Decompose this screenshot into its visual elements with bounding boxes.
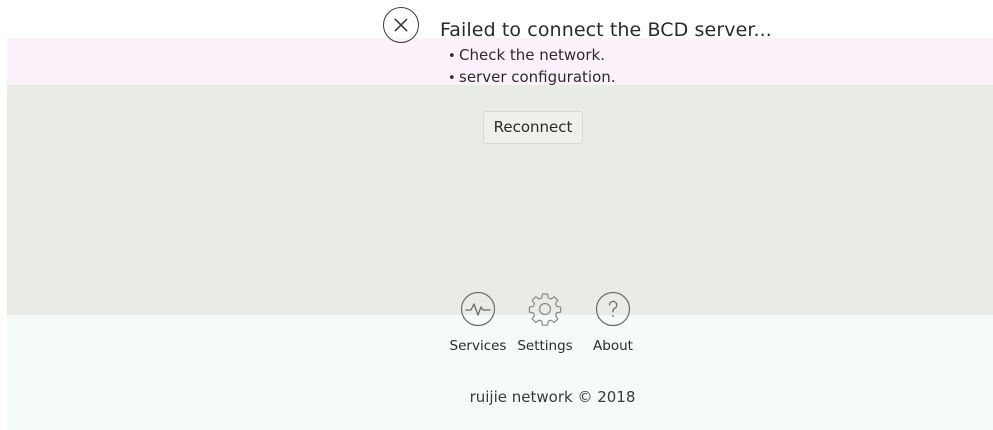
hint-item: server configuration. <box>448 66 616 88</box>
gear-icon <box>527 291 563 327</box>
nav-about-label: About <box>593 338 633 354</box>
pulse-icon <box>460 291 496 327</box>
reconnect-button[interactable]: Reconnect <box>483 111 583 144</box>
nav-settings[interactable]: Settings <box>510 291 580 354</box>
nav-services[interactable]: Services <box>443 291 513 354</box>
nav-about[interactable]: About <box>578 291 648 354</box>
question-icon <box>595 291 631 327</box>
error-title: Failed to connect the BCD server... <box>440 19 772 41</box>
nav-settings-label: Settings <box>517 338 573 354</box>
close-circle-icon <box>383 7 419 43</box>
app-window: Failed to connect the BCD server... Chec… <box>0 0 993 430</box>
hint-item: Check the network. <box>448 44 616 66</box>
footer-copyright: ruijie network © 2018 <box>469 388 636 406</box>
nav-services-label: Services <box>449 338 507 354</box>
hint-list: Check the network. server configuration. <box>448 44 616 88</box>
